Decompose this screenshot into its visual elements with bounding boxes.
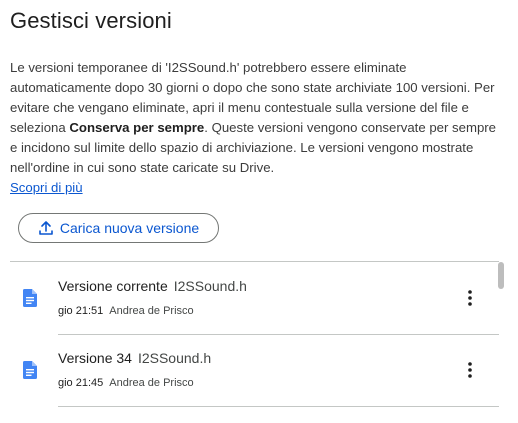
more-vert-icon — [468, 361, 472, 383]
row-divider — [58, 406, 499, 407]
version-list-scrollbar[interactable] — [498, 261, 506, 423]
more-actions-button[interactable] — [458, 288, 482, 312]
upload-new-version-button[interactable]: Carica nuova versione — [18, 213, 219, 243]
dialog-description: Le versioni temporanee di 'I2SSound.h' p… — [10, 58, 500, 198]
learn-more-link[interactable]: Scopri di più — [10, 180, 83, 195]
document-icon — [23, 289, 37, 307]
version-label: Versione 34 — [58, 350, 132, 366]
version-row[interactable]: Versione corrente I2SSound.h gio 21:51 And… — [10, 264, 499, 335]
more-vert-icon — [468, 289, 472, 311]
document-icon — [23, 361, 37, 379]
list-top-divider — [10, 261, 499, 262]
manage-versions-dialog: Gestisci versioni Le versioni temporanee… — [0, 0, 518, 423]
version-meta: gio 21:51 Andrea de Prisco — [58, 305, 194, 317]
version-author: Andrea de Prisco — [109, 305, 194, 317]
description-bold: Conserva per sempre — [69, 120, 205, 135]
version-author: Andrea de Prisco — [109, 377, 194, 389]
dialog-title: Gestisci versioni — [10, 8, 172, 33]
more-actions-button[interactable] — [458, 360, 482, 384]
version-name: Versione 34 I2SSound.h — [58, 350, 211, 366]
row-divider — [58, 334, 499, 335]
version-file-name: I2SSound.h — [137, 350, 212, 366]
version-name: Versione corrente I2SSound.h — [58, 278, 247, 294]
upload-button-label: Carica nuova versione — [59, 220, 200, 236]
version-meta: gio 21:45 Andrea de Prisco — [58, 377, 194, 389]
version-file-name: I2SSound.h — [173, 278, 247, 294]
version-time: gio 21:45 — [58, 377, 104, 389]
version-time: gio 21:51 — [58, 305, 104, 317]
version-row[interactable]: Versione 34 I2SSound.h gio 21:45 Andrea de… — [10, 336, 499, 407]
version-label: Versione corrente — [58, 278, 168, 294]
upload-icon — [38, 220, 54, 236]
